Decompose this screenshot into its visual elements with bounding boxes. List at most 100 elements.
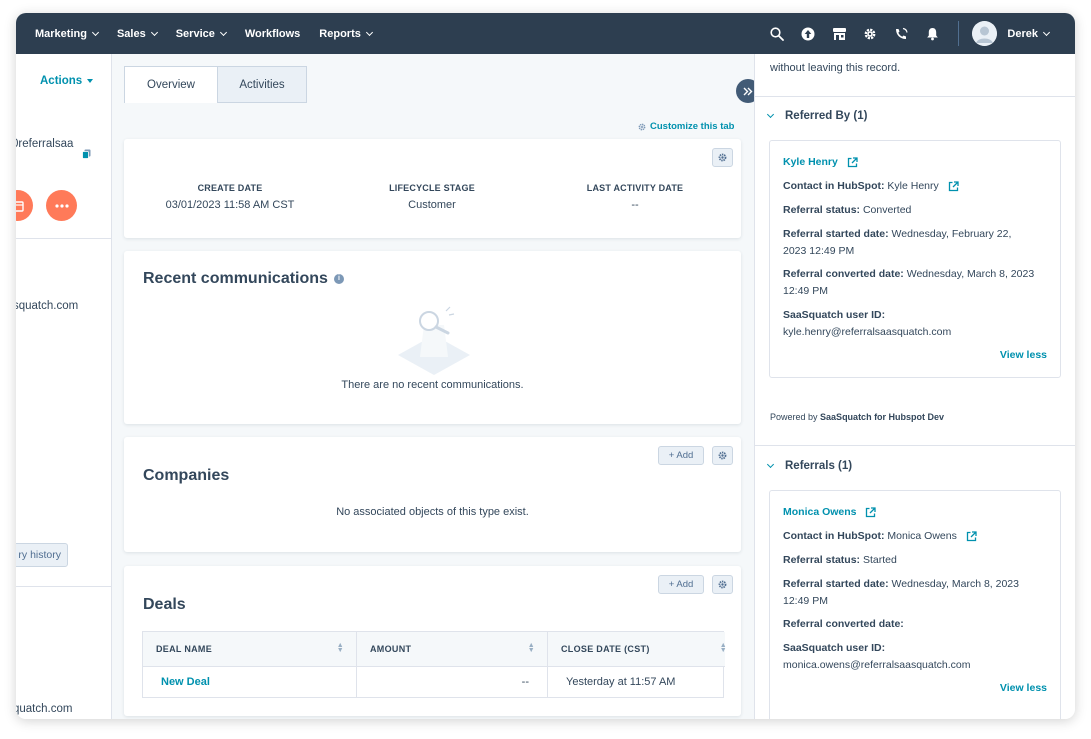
view-less-link[interactable]: View less: [1000, 682, 1047, 694]
started-value-cont: 2023 12:49 PM: [783, 245, 855, 257]
referral-converted-row: Referral converted date:: [783, 616, 904, 633]
tab-overview[interactable]: Overview: [124, 66, 218, 103]
last-activity-value: --: [631, 199, 639, 211]
referral-started-row: Referral started date: Wednesday, March …: [783, 576, 1019, 610]
table-cell-deal-name: New Deal: [143, 666, 357, 697]
add-deal-label: + Add: [668, 579, 694, 590]
tab-activities[interactable]: Activities: [218, 66, 307, 103]
companies-settings-button[interactable]: [712, 446, 733, 465]
customize-tab-label: Customize this tab: [650, 121, 735, 132]
contact-label: Contact in HubSpot:: [783, 530, 885, 542]
panel-divider: [755, 96, 1075, 97]
powered-by-text: Powered by SaaSquatch for Hubspot Dev: [770, 412, 944, 422]
column-header-label: DEAL NAME: [156, 644, 213, 654]
sidebar-divider: [16, 586, 112, 587]
panel-divider: [755, 445, 1075, 446]
recent-communications-title: Recent communications i: [143, 270, 344, 288]
sort-icon: ▲ ▼: [719, 642, 727, 654]
nav-marketing[interactable]: Marketing: [35, 28, 100, 40]
column-header-label: CLOSE DATE (CST): [561, 644, 650, 654]
gear-icon: [638, 123, 646, 130]
saasquatch-user-id-row: SaaSquatch user ID: kyle.henry@referralsa…: [783, 307, 951, 341]
calling-icon[interactable]: [892, 25, 910, 43]
chevron-down-icon: [91, 28, 100, 36]
left-sidebar: Actions 0referralsaa squatch.com ry hist…: [16, 54, 112, 719]
nav-workflows[interactable]: Workflows: [245, 28, 300, 40]
right-sidebar: without leaving this record. Referred By…: [754, 54, 1075, 719]
notifications-bell-icon[interactable]: [923, 25, 941, 43]
status-value: Converted: [862, 204, 912, 216]
gear-icon: [718, 580, 727, 589]
upgrade-icon[interactable]: [799, 25, 817, 43]
started-value: Wednesday, March 8, 2023: [891, 578, 1019, 590]
copy-icon[interactable]: [82, 146, 91, 164]
column-header-amount[interactable]: AMOUNT ▲ ▼: [357, 632, 548, 666]
saasquatch-user-id-row: SaaSquatch user ID: monica.owens@referral…: [783, 640, 971, 674]
add-deal-button[interactable]: + Add: [658, 575, 704, 594]
column-header-deal-name[interactable]: DEAL NAME ▲ ▼: [143, 632, 357, 666]
gear-icon: [718, 153, 727, 162]
referrer-name-link[interactable]: Kyle Henry: [783, 156, 838, 168]
search-icon[interactable]: [768, 25, 786, 43]
referrals-section-toggle[interactable]: Referrals (1): [766, 460, 852, 472]
view-less-link[interactable]: View less: [1000, 349, 1047, 361]
view-history-button[interactable]: ry history: [16, 543, 68, 567]
nav-sales[interactable]: Sales: [116, 27, 158, 40]
recent-communications-empty-text: There are no recent communications.: [341, 379, 524, 391]
sort-icon: ▲ ▼: [527, 642, 535, 654]
contact-email-partial: squatch.com: [16, 300, 79, 312]
user-id-label: SaaSquatch user ID:: [783, 309, 886, 321]
avatar[interactable]: [972, 21, 998, 46]
contact-value: Kyle Henry: [887, 180, 939, 192]
referral-name-link[interactable]: Monica Owens: [783, 506, 857, 518]
more-actions-button[interactable]: [46, 190, 77, 221]
referred-by-card: Kyle Henry Contact in HubSpot: Kyle Henr…: [769, 140, 1061, 378]
card-description-text: without leaving this record.: [770, 62, 901, 74]
nav-reports[interactable]: Reports: [319, 28, 373, 40]
nav-service[interactable]: Service: [175, 27, 227, 40]
actions-label: Actions: [40, 75, 83, 87]
status-label: Referral status:: [783, 204, 861, 216]
settings-gear-icon[interactable]: [861, 25, 879, 43]
column-header-label: AMOUNT: [370, 644, 412, 654]
companies-empty-text: No associated objects of this type exist…: [336, 506, 529, 518]
last-activity-property: LAST ACTIVITY DATE --: [570, 183, 700, 211]
summary-card: CREATE DATE 03/01/2023 11:58 AM CST LIFE…: [124, 139, 741, 238]
table-cell-close-date: Yesterday at 11:57 AM: [548, 666, 725, 697]
add-company-label: + Add: [668, 450, 694, 461]
converted-value-cont: 12:49 PM: [783, 285, 828, 297]
info-icon[interactable]: i: [333, 273, 344, 284]
meeting-action-button[interactable]: [16, 190, 33, 221]
actions-dropdown[interactable]: Actions: [40, 75, 94, 87]
top-nav: Marketing Sales Service Workflows Report…: [16, 13, 1075, 54]
add-company-button[interactable]: + Add: [658, 446, 704, 465]
external-link-icon[interactable]: [966, 531, 977, 542]
deal-name-link[interactable]: New Deal: [161, 676, 210, 688]
external-link-icon[interactable]: [948, 181, 959, 192]
deals-card: + Add Deals DEAL NAME ▲ ▼ AMOUNT ▲ ▼ CLOSE D…: [124, 566, 741, 716]
external-link-icon[interactable]: [847, 157, 858, 168]
chevron-down-icon: [766, 460, 775, 469]
sort-icon: ▲ ▼: [336, 642, 344, 654]
column-header-close-date[interactable]: CLOSE DATE (CST) ▲ ▼: [548, 632, 727, 666]
chevron-down-icon: [1042, 28, 1051, 36]
nav-workflows-label: Workflows: [244, 27, 301, 40]
external-link-icon[interactable]: [865, 507, 877, 518]
summary-settings-button[interactable]: [712, 148, 733, 167]
user-menu[interactable]: Derek: [1007, 28, 1051, 40]
companies-card: + Add Companies No associated objects of…: [124, 437, 741, 552]
referred-by-section-toggle[interactable]: Referred By (1): [766, 110, 867, 122]
companies-title: Companies: [143, 467, 230, 484]
nav-service-label: Service: [175, 27, 215, 40]
customize-tab-link[interactable]: Customize this tab: [638, 121, 734, 132]
sidebar-divider: [16, 238, 112, 239]
deals-settings-button[interactable]: [712, 575, 733, 594]
user-id-label: SaaSquatch user ID:: [783, 642, 886, 654]
nav-sales-label: Sales: [116, 27, 146, 40]
converted-label: Referral converted date:: [783, 618, 904, 630]
marketplace-icon[interactable]: [830, 25, 848, 43]
table-cell-amount: --: [357, 666, 548, 697]
referrals-card: Monica Owens Contact in HubSpot: Monica …: [769, 490, 1061, 719]
recent-communications-title-text: Recent communications: [143, 270, 328, 287]
powered-by-prefix: Powered by: [770, 412, 818, 422]
